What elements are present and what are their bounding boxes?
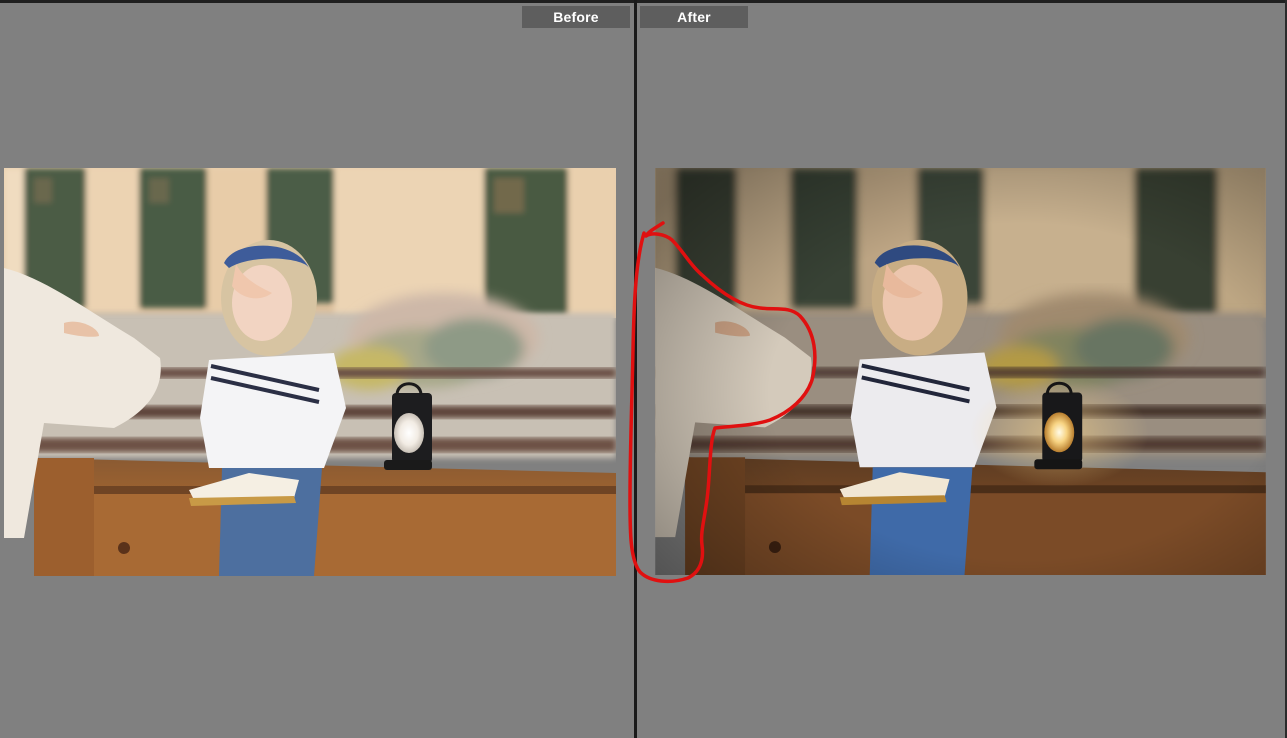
after-label: After [640, 6, 748, 28]
before-photo[interactable] [4, 168, 616, 576]
after-photo[interactable] [655, 168, 1266, 575]
before-pane[interactable]: Before [0, 3, 634, 738]
before-after-compare-view: Before After [0, 0, 1287, 738]
after-pane[interactable]: After [637, 3, 1285, 738]
before-label: Before [522, 6, 630, 28]
